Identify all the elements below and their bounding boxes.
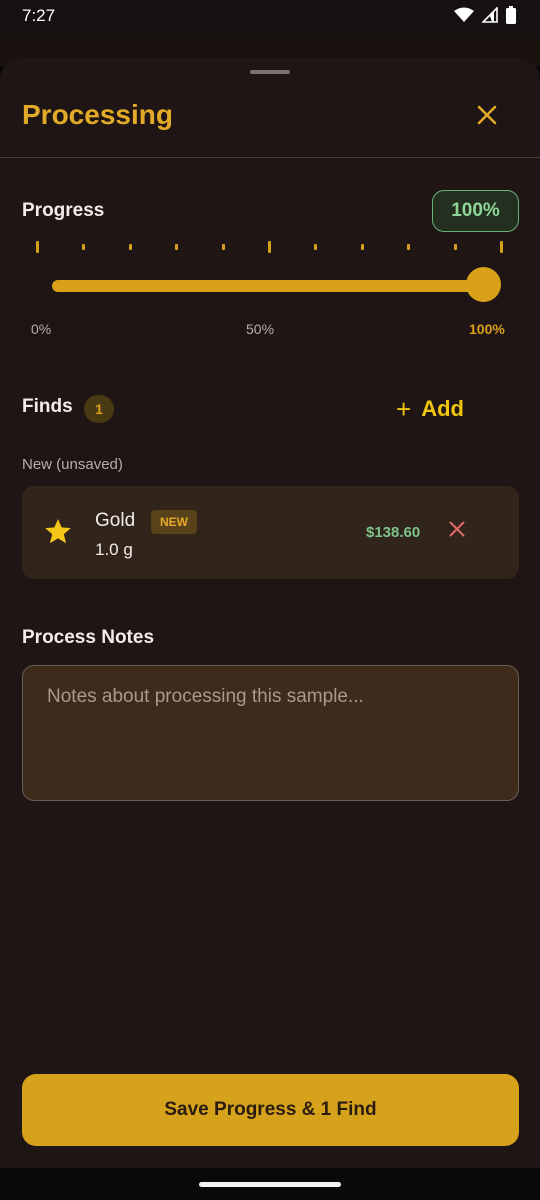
process-notes-field[interactable] bbox=[22, 665, 519, 801]
sheet-title: Processing bbox=[22, 99, 173, 130]
find-name: Gold bbox=[95, 510, 136, 531]
star-icon bbox=[44, 518, 72, 550]
slider-tick bbox=[314, 244, 318, 250]
finds-label: Finds bbox=[22, 396, 73, 417]
wifi-icon bbox=[454, 7, 474, 28]
progress-label: Progress bbox=[22, 200, 105, 221]
progress-slider-thumb[interactable] bbox=[466, 267, 501, 302]
navigation-bar bbox=[0, 1168, 540, 1200]
home-indicator[interactable] bbox=[199, 1182, 341, 1187]
add-find-label: Add bbox=[421, 396, 464, 421]
status-time: 7:27 bbox=[22, 6, 56, 25]
drag-handle[interactable] bbox=[250, 70, 290, 74]
close-icon bbox=[449, 521, 465, 542]
slider-tick bbox=[221, 244, 225, 250]
battery-icon bbox=[506, 6, 516, 29]
scale-label-min: 0% bbox=[31, 321, 52, 337]
slider-tick bbox=[360, 244, 364, 250]
scale-label-mid: 50% bbox=[246, 321, 275, 337]
slider-tick bbox=[407, 244, 411, 250]
process-notes-label: Process Notes bbox=[22, 627, 155, 648]
screen: 7:27 Processing Progress 100% 0% 50% 100… bbox=[0, 0, 540, 1200]
slider-tick bbox=[175, 244, 179, 250]
slider-tick bbox=[36, 241, 39, 253]
progress-slider-track[interactable] bbox=[52, 280, 484, 292]
process-notes-input[interactable] bbox=[47, 686, 497, 782]
new-badge: NEW bbox=[151, 510, 197, 534]
close-icon bbox=[477, 105, 497, 130]
progress-percent-badge: 100% bbox=[432, 190, 519, 232]
slider-tick bbox=[82, 244, 86, 250]
find-item[interactable]: Gold NEW 1.0 g $138.60 bbox=[22, 486, 519, 579]
status-icons bbox=[454, 6, 516, 29]
close-button[interactable] bbox=[466, 96, 508, 138]
slider-tick bbox=[268, 241, 271, 253]
header-divider bbox=[0, 157, 540, 158]
slider-tick bbox=[128, 244, 132, 250]
find-value: $138.60 bbox=[366, 524, 421, 541]
finds-count-badge: 1 bbox=[84, 395, 114, 423]
save-progress-button[interactable]: Save Progress & 1 Find bbox=[22, 1074, 519, 1146]
remove-find-button[interactable] bbox=[442, 516, 472, 546]
unsaved-group-label: New (unsaved) bbox=[22, 456, 123, 473]
status-bar: 7:27 bbox=[0, 0, 540, 36]
add-find-button[interactable]: + Add bbox=[396, 388, 464, 430]
signal-icon bbox=[481, 6, 498, 28]
plus-icon: + bbox=[396, 394, 412, 424]
scale-label-max: 100% bbox=[469, 321, 505, 337]
slider-tick bbox=[453, 244, 457, 250]
find-quantity: 1.0 g bbox=[95, 540, 133, 559]
slider-tick bbox=[500, 241, 503, 253]
bottom-sheet: Processing Progress 100% 0% 50% 100% Fin… bbox=[0, 58, 540, 1168]
